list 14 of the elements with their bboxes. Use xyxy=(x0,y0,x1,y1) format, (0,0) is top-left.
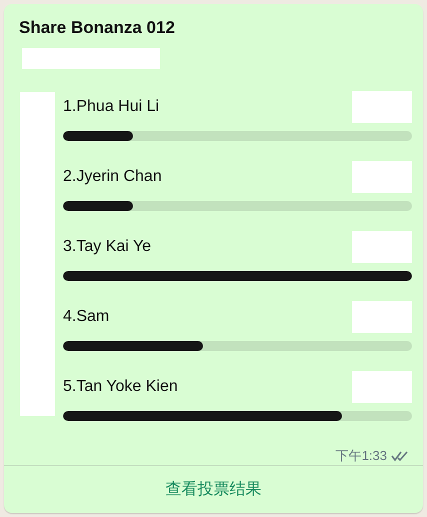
option-label: 4.Sam xyxy=(63,308,110,326)
double-check-icon xyxy=(391,450,409,462)
message-time: 下午1:33 xyxy=(336,447,387,465)
option-label: 1.Phua Hui Li xyxy=(63,98,160,116)
redacted-block xyxy=(352,161,412,193)
poll-title: Share Bonanza 012 xyxy=(19,18,176,38)
redacted-block xyxy=(352,231,412,263)
option-label: 5.Tan Yoke Kien xyxy=(63,378,178,396)
redacted-block xyxy=(352,91,412,123)
redacted-block xyxy=(352,301,412,333)
option-label: 2.Jyerin Chan xyxy=(63,168,162,186)
option-label: 3.Tay Kai Ye xyxy=(63,238,152,256)
redacted-block xyxy=(352,371,412,403)
view-results-button[interactable]: 查看投票结果 xyxy=(4,465,423,513)
